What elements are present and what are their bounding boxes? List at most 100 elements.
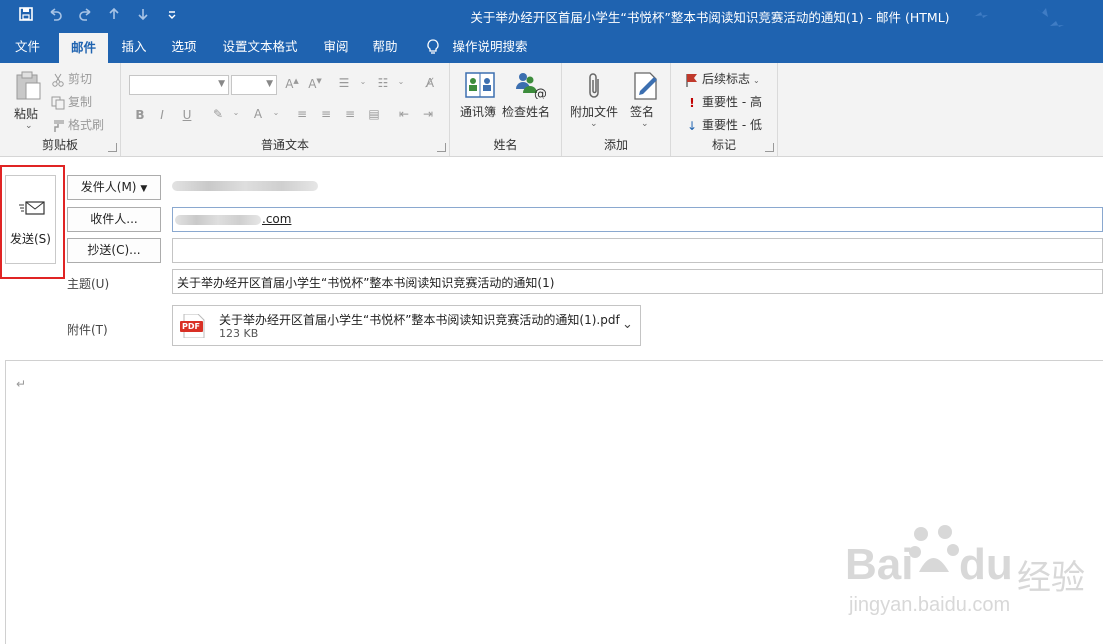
copy-label: 复制 — [68, 95, 93, 109]
address-book-label: 通讯簿 — [460, 105, 497, 119]
to-field[interactable]: .com — [172, 207, 1103, 232]
bullets-icon[interactable]: ☰ — [335, 76, 353, 90]
check-names-button[interactable]: @ 检查姓名 — [502, 69, 558, 129]
tell-me-search[interactable]: 操作说明搜索 — [448, 31, 532, 63]
attachment-item[interactable]: PDF 关于举办经开区首届小学生“书悦杯”整本书阅读知识竞赛活动的通知(1).p… — [172, 305, 641, 346]
cut-button[interactable]: 剪切 — [51, 70, 92, 87]
follow-up-label: 后续标志 — [702, 72, 751, 86]
clipboard-launcher-icon[interactable] — [108, 143, 117, 152]
increase-indent-icon[interactable]: ⇥ — [419, 107, 437, 121]
align-left-icon[interactable]: ≡ — [293, 107, 311, 121]
lightbulb-icon — [426, 39, 440, 55]
bold-button[interactable]: B — [131, 108, 149, 122]
paste-button[interactable]: 粘贴 ⌄ — [10, 69, 46, 139]
from-label: 发件人(M) — [80, 180, 137, 194]
attach-file-label: 附加文件 — [570, 105, 619, 119]
format-painter-icon — [51, 119, 65, 133]
tab-options[interactable]: 选项 — [162, 31, 206, 63]
title-bar: 关于举办经开区首届小学生“书悦杯”整本书阅读知识竞赛活动的通知(1) - 邮件 … — [0, 0, 1103, 31]
paste-label: 粘贴 — [14, 107, 39, 121]
chevron-down-icon[interactable]: ⌄ — [392, 77, 410, 86]
include-group: 附加文件 ⌄ 签名 ⌄ 添加 — [562, 63, 671, 156]
chevron-down-icon[interactable]: ⌄ — [354, 77, 372, 86]
decrease-indent-icon[interactable]: ⇤ — [395, 107, 413, 121]
copy-icon — [51, 96, 65, 110]
font-size-combo[interactable]: ▼ — [231, 75, 277, 95]
window-title: 关于举办经开区首届小学生“书悦杯”整本书阅读知识竞赛活动的通知(1) - 邮件 … — [470, 10, 950, 25]
tab-review[interactable]: 审阅 — [314, 31, 358, 63]
from-value-blurred — [172, 181, 318, 191]
to-button[interactable]: 收件人... — [67, 207, 161, 232]
save-icon[interactable] — [16, 6, 36, 26]
arrow-down-icon[interactable] — [133, 6, 153, 26]
highlight-icon[interactable]: ✎ — [209, 107, 227, 121]
chevron-down-icon: ⌄ — [641, 119, 649, 129]
attach-label: 附件(T) — [67, 323, 108, 337]
address-book-button[interactable]: 通讯簿 — [458, 69, 502, 129]
follow-up-button[interactable]: 后续标志 ⌄ — [685, 70, 760, 87]
from-button[interactable]: 发件人(M) ▼ — [67, 175, 161, 200]
tags-launcher-icon[interactable] — [765, 143, 774, 152]
ribbon: 粘贴 ⌄ 剪切 复制 格式刷 剪贴板 ▼ ▼ A▲ A▼ ☰ ⌄ ☷ ⌄ A̸ … — [0, 63, 1103, 157]
justify-icon[interactable]: ▤ — [365, 107, 383, 121]
paw-logo-icon — [909, 525, 959, 572]
undo-icon[interactable] — [45, 6, 65, 26]
names-group-label: 姓名 — [493, 138, 518, 152]
low-importance-label: 重要性 - 低 — [702, 118, 762, 132]
names-group: 通讯簿 @ 检查姓名 姓名 — [450, 63, 562, 156]
low-importance-button[interactable]: ↓ 重要性 - 低 — [685, 116, 762, 133]
chevron-down-icon[interactable]: ⌄ — [622, 317, 633, 332]
clear-format-icon[interactable]: A̸ — [421, 76, 439, 90]
arrow-down-icon: ↓ — [686, 118, 698, 133]
grow-font-icon[interactable]: A▲ — [283, 77, 301, 91]
paperclip-icon — [589, 73, 599, 98]
font-color-icon[interactable]: A — [249, 107, 267, 121]
high-importance-label: 重要性 - 高 — [702, 95, 762, 109]
copy-button[interactable]: 复制 — [51, 93, 92, 110]
subject-field[interactable]: 关于举办经开区首届小学生“书悦杯”整本书阅读知识竞赛活动的通知(1) — [172, 269, 1103, 294]
subject-label: 主题(U) — [67, 277, 110, 291]
arrow-up-icon[interactable] — [104, 6, 124, 26]
tab-insert[interactable]: 插入 — [112, 31, 156, 63]
underline-button[interactable]: U — [178, 108, 196, 122]
align-center-icon[interactable]: ≡ — [317, 107, 335, 121]
attach-file-button[interactable]: 附加文件 ⌄ — [568, 69, 622, 135]
chevron-down-icon: ▼ — [266, 79, 273, 89]
to-value-blurred — [175, 215, 261, 225]
basic-text-group: ▼ ▼ A▲ A▼ ☰ ⌄ ☷ ⌄ A̸ B I U ✎ ⌄ A ⌄ ≡ ≡ ≡… — [121, 63, 450, 156]
tab-file[interactable]: 文件 — [0, 31, 55, 63]
format-painter-button[interactable]: 格式刷 — [51, 116, 104, 133]
chevron-down-icon[interactable]: ⌄ — [267, 108, 285, 117]
tab-message[interactable]: 邮件 — [59, 33, 108, 63]
cc-button[interactable]: 抄送(C)... — [67, 238, 161, 263]
tags-group-label: 标记 — [711, 138, 736, 152]
baidu-watermark: Bai du 经验 jingyan.baidu.com — [845, 520, 1095, 630]
signature-button[interactable]: 签名 ⌄ — [626, 69, 666, 135]
exclamation-icon: ! — [689, 95, 695, 110]
send-button[interactable]: 发送(S) — [5, 175, 56, 264]
tags-group: 后续标志 ⌄ ! 重要性 - 高 ↓ 重要性 - 低 标记 — [671, 63, 778, 156]
watermark-text-2: du — [959, 540, 1013, 589]
cut-label: 剪切 — [68, 72, 93, 86]
basic-text-launcher-icon[interactable] — [437, 143, 446, 152]
high-importance-button[interactable]: ! 重要性 - 高 — [685, 93, 762, 110]
include-group-label: 添加 — [603, 138, 628, 152]
tab-help[interactable]: 帮助 — [363, 31, 407, 63]
redo-icon[interactable] — [76, 6, 96, 26]
numbering-icon[interactable]: ☷ — [374, 76, 392, 90]
basic-text-group-label: 普通文本 — [260, 138, 309, 152]
chevron-down-icon[interactable]: ⌄ — [227, 108, 245, 117]
shrink-font-icon[interactable]: A▼ — [306, 77, 324, 91]
subject-value: 关于举办经开区首届小学生“书悦杯”整本书阅读知识竞赛活动的通知(1) — [177, 276, 555, 290]
chevron-down-icon: ▼ — [218, 79, 225, 89]
to-value: .com — [262, 212, 292, 226]
font-name-combo[interactable]: ▼ — [129, 75, 229, 95]
tab-format-text[interactable]: 设置文本格式 — [214, 31, 306, 63]
align-right-icon[interactable]: ≡ — [341, 107, 359, 121]
send-label: 发送(S) — [10, 232, 51, 246]
italic-button[interactable]: I — [153, 108, 171, 122]
send-icon — [19, 201, 45, 215]
check-names-icon: @ — [516, 73, 546, 99]
cc-field[interactable] — [172, 238, 1103, 263]
customize-icon[interactable] — [162, 6, 182, 26]
